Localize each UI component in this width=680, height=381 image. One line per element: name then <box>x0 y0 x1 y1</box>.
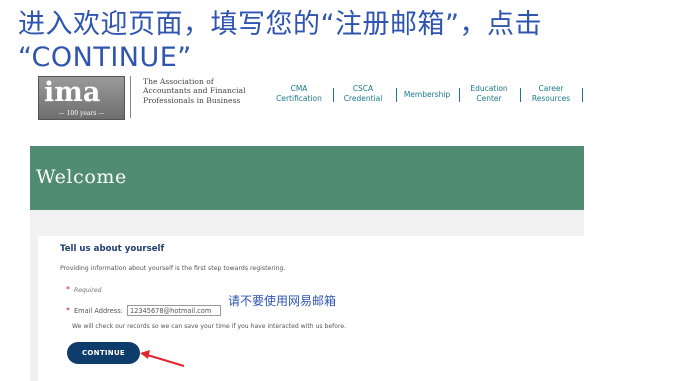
nav-divider <box>333 88 334 102</box>
nav-divider <box>396 88 397 102</box>
organization-name: The Association of Accountants and Finan… <box>143 77 246 105</box>
form-intro: Providing information about yourself is … <box>60 265 286 272</box>
instruction-line-2: “CONTINUE” <box>18 42 192 73</box>
required-label: Required <box>74 287 102 294</box>
red-arrow-icon <box>140 350 185 367</box>
nav-divider <box>582 88 583 102</box>
nav-divider <box>520 88 521 102</box>
annotation-note: 请不要使用网易邮箱 <box>228 294 337 308</box>
ima-logo[interactable]: ima — 100 years — <box>38 76 125 120</box>
continue-button[interactable]: CONTINUE <box>67 342 140 364</box>
email-label-text: Email Address: <box>74 307 123 315</box>
nav-item-label: Membership <box>403 90 451 99</box>
nav-item-label: CSCA <box>352 84 374 93</box>
nav-item-label: CMA <box>290 84 308 93</box>
logo-divider <box>130 76 131 118</box>
nav-item-label: Education <box>470 84 508 93</box>
nav-item-csca[interactable]: CSCA Credential <box>340 84 386 104</box>
instruction-line-1: 进入欢迎页面，填写您的“注册邮箱”，点击 <box>18 9 542 40</box>
email-label: * Email Address: <box>66 306 123 315</box>
nav-item-label: Certification <box>276 94 322 103</box>
nav-item-education[interactable]: Education Center <box>463 84 515 104</box>
nav-item-cma[interactable]: CMA Certification <box>273 84 325 104</box>
required-note: * Required <box>66 285 102 294</box>
page-title: Welcome <box>36 166 127 188</box>
nav-item-label: Resources <box>531 94 571 103</box>
form-heading: Tell us about yourself <box>60 244 165 254</box>
nav-divider <box>459 88 460 102</box>
instruction-title: 进入欢迎页面，填写您的“注册邮箱”，点击 “CONTINUE” <box>18 8 668 74</box>
nav-item-membership[interactable]: Membership <box>400 90 454 100</box>
nav-item-career[interactable]: Career Resources <box>526 84 576 104</box>
nav-item-label: Center <box>476 94 502 103</box>
logo-subtitle: — 100 years — <box>58 110 105 117</box>
required-star-icon: * <box>66 285 70 294</box>
records-note: We will check our records so we can save… <box>72 323 347 330</box>
email-field[interactable]: 12345678@hotmail.com <box>127 305 221 316</box>
nav-item-label: Career <box>538 84 564 93</box>
required-star-icon: * <box>66 306 70 315</box>
logo-text: ima <box>44 77 101 108</box>
nav-item-label: Credential <box>343 94 383 103</box>
